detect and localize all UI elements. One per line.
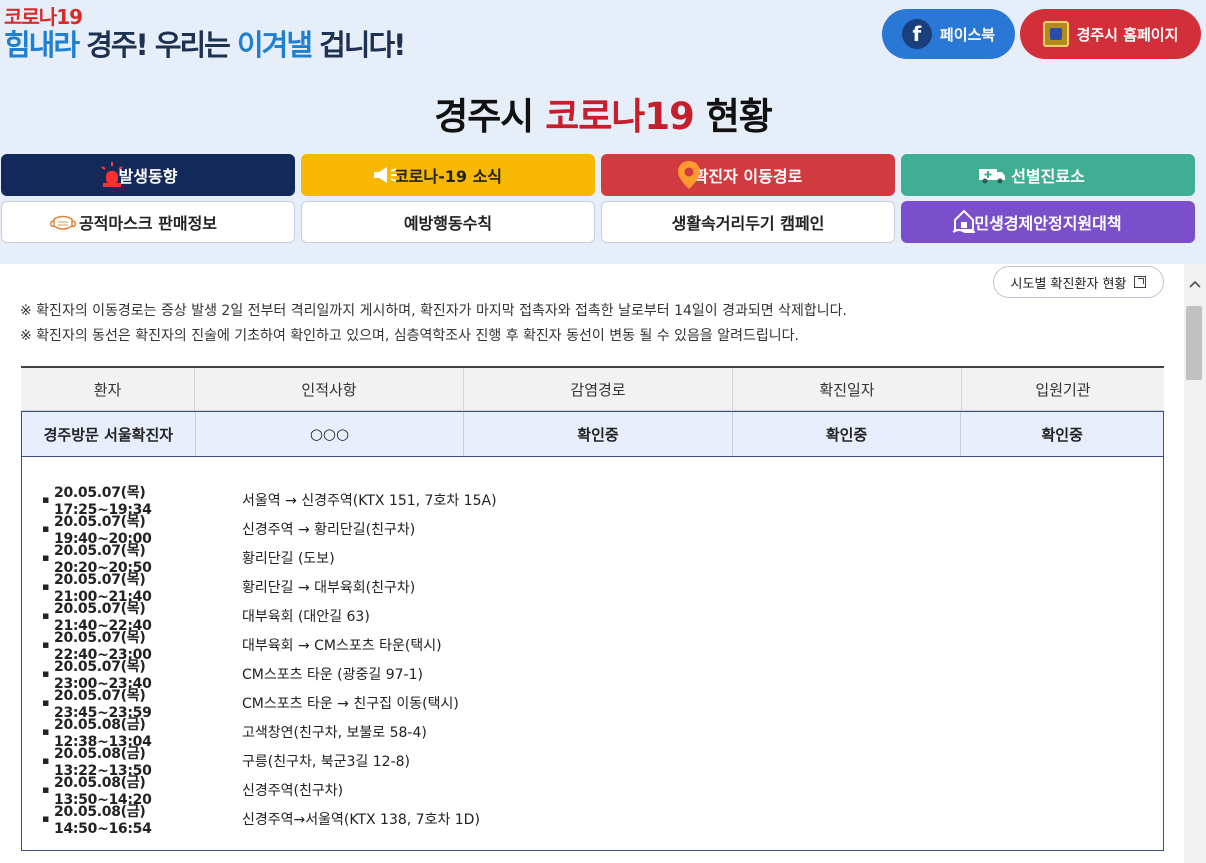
route-place: 황리단길 (도보) [242, 550, 335, 567]
route-list: ▪ 20.05.07(목) 17:25~19:34 서울역 → 신경주역(KTX 1… [42, 485, 497, 837]
nav-label: 생활속거리두기 캠페인 [671, 214, 825, 233]
facebook-icon: f [901, 19, 932, 49]
facebook-button[interactable]: f 페이스북 [882, 9, 1015, 59]
campaign-logo[interactable]: 코로나19 힘내라 경주! 우리는 이겨낼 겁니다! [4, 5, 406, 62]
nav-label: 선별진료소 [1011, 167, 1085, 186]
scroll-up-arrow-icon[interactable] [1184, 272, 1206, 296]
header-area: 코로나19 힘내라 경주! 우리는 이겨낼 겁니다! f 페이스북 경주시 홈페… [0, 0, 1206, 264]
homepage-button[interactable]: 경주시 홈페이지 [1020, 9, 1201, 59]
mask-icon [48, 202, 78, 244]
nav-prevention-rules[interactable]: 예방행동수칙 [301, 201, 595, 243]
table-row[interactable]: 경주방문 서울확진자 ○○○ 확인중 확인중 확인중 [21, 411, 1164, 457]
city-emblem-icon [1042, 21, 1069, 47]
nav-covid-news[interactable]: 코로나-19 소식 [301, 154, 595, 196]
bullet-icon: ▪ [42, 754, 50, 767]
table-cell: 경주방문 서울확진자 [43, 425, 174, 444]
region-status-label: 시도별 확진환자 현황 [1010, 276, 1127, 292]
list-item: ▪ 20.05.08(금) 14:50~16:54 신경주역→서울역(KTX 138… [42, 804, 497, 837]
patient-table: 환자 인적사항 감염경로 확진일자 입원기관 경주방문 서울확진자 ○○○ 확인… [21, 366, 1164, 457]
route-place: 신경주역(친구차) [242, 782, 344, 799]
route-place: 대부육회 (대안길 63) [242, 608, 370, 625]
nav-mask-info[interactable]: 공적마스크 판매정보 [1, 201, 295, 243]
map-pin-icon [675, 154, 703, 196]
route-place: CM스포츠 타운 (광중길 97-1) [242, 666, 423, 683]
house-hand-icon [949, 201, 979, 243]
nav-label: 코로나-19 소식 [393, 167, 503, 186]
header-cell: 확진일자 [732, 368, 961, 410]
logo-slogan: 힘내라 경주! 우리는 이겨낼 겁니다! [4, 28, 406, 62]
nav-label: 공적마스크 판매정보 [78, 214, 218, 233]
route-place: 서울역 → 신경주역(KTX 151, 7호차 15A) [242, 492, 497, 509]
route-place: 황리단길 → 대부육회(친구차) [242, 579, 416, 596]
region-status-button[interactable]: 시도별 확진환자 현황 [993, 266, 1164, 298]
bullet-icon: ▪ [42, 812, 50, 825]
logo-covid-text: 코로나19 [4, 5, 83, 29]
ambulance-icon [977, 154, 1007, 196]
header-cell: 인적사항 [194, 368, 463, 410]
nav-screening-clinic[interactable]: 선별진료소 [901, 154, 1195, 196]
route-place: 고색창연(친구차, 보불로 58-4) [242, 724, 427, 741]
facebook-label: 페이스북 [939, 25, 996, 44]
header-cell: 환자 [93, 380, 122, 399]
route-place: 신경주역→서울역(KTX 138, 7호차 1D) [242, 811, 480, 828]
bullet-icon: ▪ [42, 667, 50, 680]
route-detail-panel: ▪ 20.05.07(목) 17:25~19:34 서울역 → 신경주역(KTX 1… [21, 457, 1164, 851]
route-place: CM스포츠 타운 → 친구집 이동(택시) [242, 695, 459, 712]
bullet-icon: ▪ [42, 493, 50, 506]
nav-patient-route[interactable]: 확진자 이동경로 [601, 154, 895, 196]
nav-label: 예방행동수칙 [403, 214, 493, 233]
bullet-icon: ▪ [42, 551, 50, 564]
external-link-icon [1134, 276, 1147, 288]
table-cell: ○○○ [194, 412, 464, 456]
nav-distancing-campaign[interactable]: 생활속거리두기 캠페인 [601, 201, 895, 243]
notice-text: ※ 확진자의 이동경로는 증상 발생 2일 전부터 격리일까지 게시하며, 확진… [20, 303, 847, 319]
header-cell: 감염경로 [463, 368, 732, 410]
bullet-icon: ▪ [42, 696, 50, 709]
bullet-icon: ▪ [42, 638, 50, 651]
scrollbar-thumb[interactable] [1186, 306, 1202, 380]
table-cell: 확인중 [731, 412, 961, 456]
homepage-label: 경주시 홈페이지 [1076, 25, 1179, 44]
header-cell: 입원기관 [961, 368, 1164, 410]
bullet-icon: ▪ [42, 580, 50, 593]
nav-outbreak-trend[interactable]: 발생동향 [1, 154, 295, 196]
route-place: 대부육회 → CM스포츠 타운(택시) [242, 637, 442, 654]
bullet-icon: ▪ [42, 783, 50, 796]
table-cell: 확인중 [960, 412, 1163, 456]
page-title: 경주시 코로나19 현황 [434, 95, 773, 138]
nav-label: 민생경제안정지원대책 [974, 214, 1122, 233]
bullet-icon: ▪ [42, 609, 50, 622]
bullet-icon: ▪ [42, 725, 50, 738]
nav-economic-support[interactable]: 민생경제안정지원대책 [901, 201, 1195, 243]
route-place: 구릉(친구차, 북군3길 12-8) [242, 753, 410, 770]
route-place: 신경주역 → 황리단길(친구차) [242, 521, 416, 538]
notice-text: ※ 확진자의 동선은 확진자의 진술에 기초하여 확인하고 있으며, 심층역학조… [20, 328, 799, 344]
nav-label: 발생동향 [118, 167, 178, 186]
route-time: 20.05.08(금) 14:50~16:54 [54, 803, 152, 837]
vertical-scrollbar[interactable] [1184, 264, 1206, 863]
table-cell: 확인중 [463, 412, 732, 456]
table-header: 환자 인적사항 감염경로 확진일자 입원기관 [21, 366, 1164, 411]
bullet-icon: ▪ [42, 522, 50, 535]
nav-label: 확진자 이동경로 [693, 167, 803, 186]
siren-icon [97, 154, 127, 196]
megaphone-icon [371, 154, 401, 196]
